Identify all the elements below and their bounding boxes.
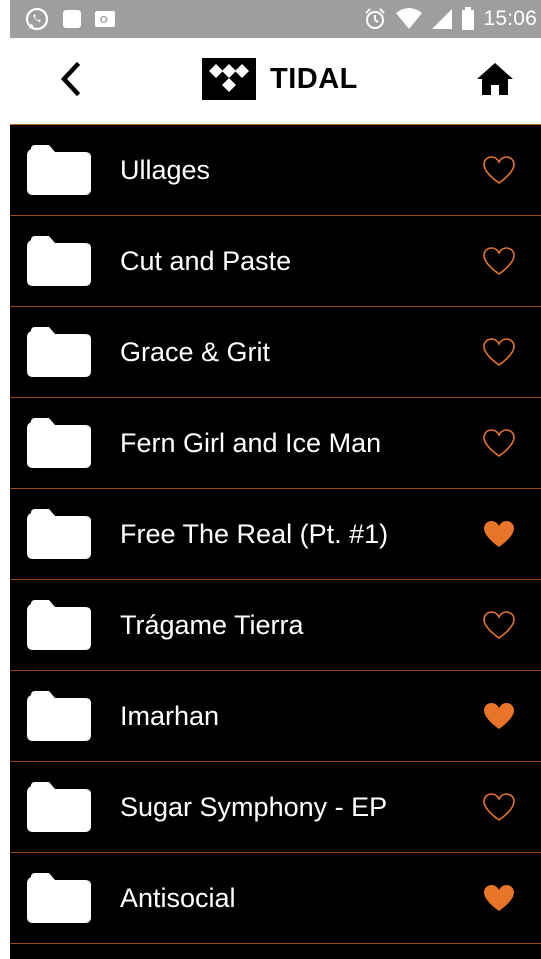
- app-frame: O 15:06 TIDAL Ullages Cut and Paste Grac…: [10, 0, 541, 959]
- list-item-title: Free The Real (Pt. #1): [120, 519, 389, 549]
- app-title: TIDAL: [270, 62, 358, 95]
- heart-outline-icon[interactable]: [482, 246, 516, 276]
- status-bar: O 15:06: [10, 0, 541, 38]
- list-item[interactable]: Imarhan: [10, 671, 541, 762]
- heart-outline-icon[interactable]: [482, 428, 516, 458]
- brand: TIDAL: [202, 58, 358, 100]
- list-item-title: Cut and Paste: [120, 246, 292, 276]
- list-item-title: Imarhan: [120, 701, 220, 731]
- folder-icon: [27, 782, 91, 832]
- folder-icon: [27, 873, 91, 923]
- list-item[interactable]: Ullages: [10, 125, 541, 216]
- list-item[interactable]: Trágame Tierra: [10, 580, 541, 671]
- list-item[interactable]: Free The Real (Pt. #1): [10, 489, 541, 580]
- list-item-title: Sugar Symphony - EP: [120, 792, 388, 822]
- album-list: Ullages Cut and Paste Grace & Grit Fern Gir…: [10, 125, 541, 944]
- outlook-icon: O: [94, 9, 116, 29]
- home-icon: [475, 61, 515, 102]
- heart-filled-icon[interactable]: [482, 883, 516, 913]
- heart-outline-icon[interactable]: [482, 337, 516, 367]
- alarm-icon: [363, 7, 387, 31]
- status-time: 15:06: [483, 7, 537, 30]
- list-item[interactable]: Cut and Paste: [10, 216, 541, 307]
- heart-outline-icon[interactable]: [482, 792, 516, 822]
- folder-icon: [27, 691, 91, 741]
- wifi-icon: [395, 8, 423, 30]
- heart-outline-icon[interactable]: [482, 610, 516, 640]
- folder-icon: [27, 509, 91, 559]
- folder-icon: [27, 145, 91, 195]
- home-button[interactable]: [472, 60, 518, 102]
- heart-filled-icon[interactable]: [482, 519, 516, 549]
- back-button[interactable]: [52, 61, 88, 101]
- app-header: TIDAL: [10, 38, 541, 125]
- list-item-title: Fern Girl and Ice Man: [120, 428, 382, 458]
- folder-icon: [27, 600, 91, 650]
- heart-outline-icon[interactable]: [482, 155, 516, 185]
- svg-text:O: O: [100, 15, 108, 26]
- list-item-title: Antisocial: [120, 883, 236, 913]
- stop-icon: [62, 9, 82, 29]
- list-item[interactable]: Fern Girl and Ice Man: [10, 398, 541, 489]
- list-item-title: Trágame Tierra: [120, 610, 304, 640]
- folder-icon: [27, 327, 91, 377]
- folder-icon: [27, 418, 91, 468]
- signal-icon: [431, 8, 453, 30]
- folder-icon: [27, 236, 91, 286]
- list-item[interactable]: Sugar Symphony - EP: [10, 762, 541, 853]
- battery-icon: [461, 7, 475, 31]
- list-item[interactable]: Grace & Grit: [10, 307, 541, 398]
- list-item-title: Ullages: [120, 155, 211, 185]
- list-item[interactable]: Antisocial: [10, 853, 541, 944]
- list-item-title: Grace & Grit: [120, 337, 271, 367]
- chevron-left-icon: [59, 61, 81, 101]
- heart-filled-icon[interactable]: [482, 701, 516, 731]
- tidal-logo: [202, 58, 256, 100]
- whatsapp-icon: [24, 6, 50, 32]
